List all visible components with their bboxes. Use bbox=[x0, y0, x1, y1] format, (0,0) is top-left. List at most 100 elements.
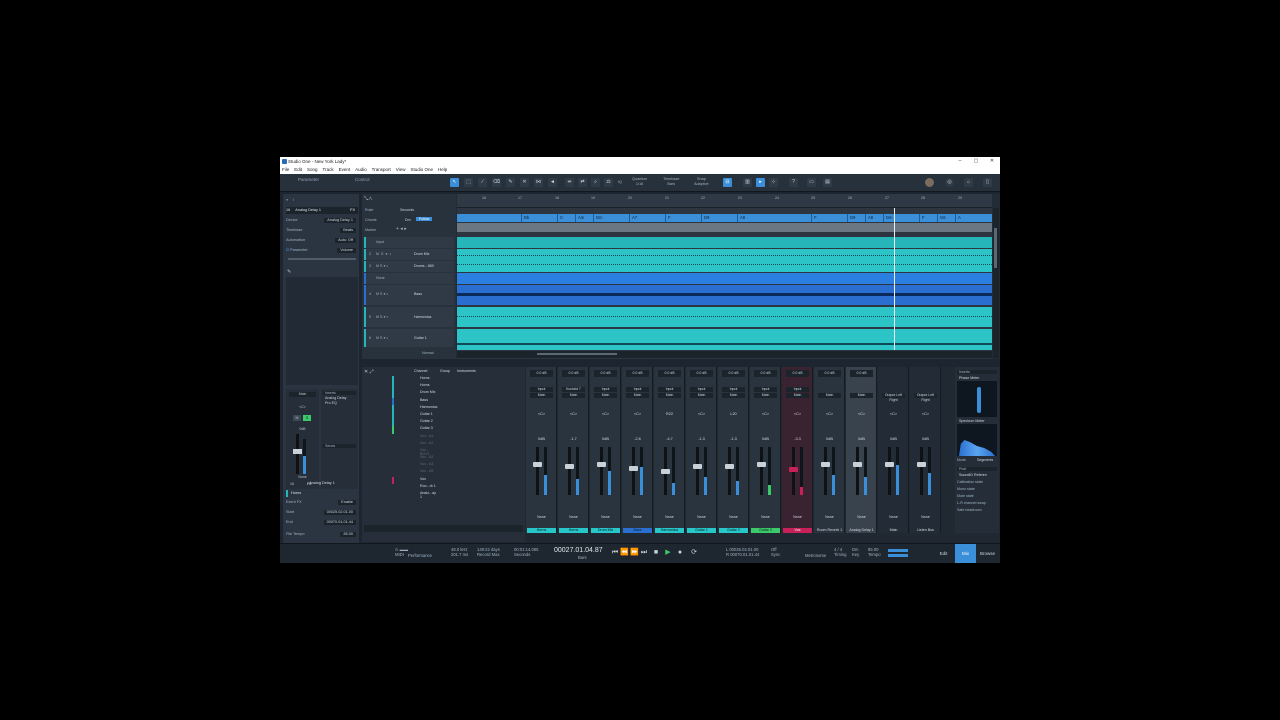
fx-label[interactable]: FX bbox=[350, 207, 355, 214]
channel-name[interactable]: Guitar 3 bbox=[751, 528, 780, 533]
list-item[interactable]: Vox - A4 bbox=[392, 462, 436, 469]
chord-event[interactable]: A7 bbox=[629, 214, 665, 222]
loop-end-icon[interactable]: ⏭ bbox=[640, 549, 648, 557]
tab-control[interactable]: Control bbox=[355, 177, 370, 187]
range-tool-icon[interactable]: ⬚ bbox=[464, 178, 473, 187]
tempo-display[interactable]: 85.00 Tempo bbox=[868, 547, 881, 557]
position-display[interactable]: 00027.01.04.87 bbox=[554, 547, 603, 555]
gain-knob[interactable]: 0.0 dB bbox=[530, 370, 553, 377]
msrm-buttons[interactable]: M S ● ◐ bbox=[376, 252, 392, 256]
audio-event[interactable] bbox=[457, 237, 992, 248]
channel-none[interactable]: None bbox=[289, 475, 316, 479]
channel-name[interactable]: Guitar 2 bbox=[719, 528, 748, 533]
eraser-tool-icon[interactable]: ⌫ bbox=[492, 178, 501, 187]
mix-view-icon[interactable]: ▭ bbox=[807, 178, 816, 187]
list-item[interactable]: Vox - A3 bbox=[392, 455, 436, 462]
window-mode-icon[interactable]: ▯ bbox=[983, 178, 992, 187]
menu-icon[interactable]: ≡ bbox=[286, 198, 288, 202]
menu-view[interactable]: View bbox=[396, 166, 406, 174]
chord-event[interactable]: C bbox=[557, 214, 575, 222]
chord-event[interactable]: A bbox=[955, 214, 992, 222]
end-value[interactable]: 00070.01.01.44 bbox=[323, 520, 356, 525]
track-header[interactable]: 4 M S ● ◐ Bass bbox=[364, 285, 454, 305]
marker-track[interactable] bbox=[457, 223, 992, 232]
close-icon[interactable]: ✕ bbox=[984, 157, 1000, 166]
pan-value[interactable]: <C> bbox=[815, 412, 844, 416]
track-header[interactable]: None bbox=[364, 273, 454, 284]
output-select[interactable]: Main bbox=[562, 393, 585, 398]
phase-meter-slot[interactable]: Phase Meter bbox=[957, 376, 997, 380]
sync-icon[interactable]: ◎ bbox=[945, 178, 954, 187]
send-none[interactable]: None bbox=[623, 515, 652, 519]
send-none[interactable]: None bbox=[879, 515, 908, 519]
list-item[interactable]: Roo...rb 1 bbox=[392, 484, 436, 491]
menu-track[interactable]: Track bbox=[323, 166, 334, 174]
solo-button[interactable]: S bbox=[303, 415, 311, 421]
follow-toggle-icon[interactable]: ▸ bbox=[756, 178, 765, 187]
volume-fader[interactable] bbox=[917, 462, 926, 467]
search-icon[interactable]: ⌕ bbox=[591, 178, 600, 187]
device-value[interactable]: Analog Delay 1 bbox=[324, 218, 356, 223]
channel-out[interactable]: Main bbox=[289, 392, 316, 397]
autoscroll-icon[interactable]: ⇄ bbox=[578, 178, 587, 187]
send-none[interactable]: None bbox=[527, 515, 556, 519]
input-select[interactable]: Kontakt 7 bbox=[562, 387, 585, 392]
chord-event[interactable]: G6 bbox=[937, 214, 955, 222]
menu-studio-one[interactable]: Studio One bbox=[410, 166, 433, 174]
menu-help[interactable]: Help bbox=[438, 166, 447, 174]
menu-song[interactable]: Song bbox=[307, 166, 318, 174]
output-select[interactable]: Main bbox=[786, 393, 809, 398]
safe-headroom[interactable]: Safe headroom bbox=[957, 508, 982, 512]
nav-mix[interactable]: Mix bbox=[955, 544, 976, 563]
audio-event[interactable] bbox=[457, 285, 992, 305]
input-select[interactable]: Input bbox=[530, 387, 553, 392]
volume-fader[interactable] bbox=[725, 464, 734, 469]
track-header[interactable]: 5 M S ● ◐ Harmonica bbox=[364, 307, 454, 327]
avatar[interactable] bbox=[925, 178, 934, 187]
scale-icon[interactable]: ⚖ bbox=[604, 178, 613, 187]
play-icon[interactable]: ▶ bbox=[664, 549, 672, 557]
input-select[interactable]: Input bbox=[594, 387, 617, 392]
horizontal-scrollbar[interactable] bbox=[457, 351, 992, 358]
list-item[interactable]: Horns bbox=[392, 376, 436, 384]
tab-group[interactable]: Group bbox=[440, 369, 450, 373]
start-value[interactable]: 00025.02.01.00 bbox=[323, 510, 356, 515]
list-item[interactable]: Analo...ay 1 bbox=[392, 491, 436, 499]
add-marker-icon[interactable]: + ◂ ▸ bbox=[396, 227, 407, 232]
chord-event[interactable]: F bbox=[665, 214, 701, 222]
gain-knob[interactable]: 0.0 dB bbox=[850, 370, 873, 377]
channel-name[interactable]: Horns bbox=[559, 528, 588, 533]
channel-name[interactable]: Listen Bus bbox=[911, 528, 940, 533]
gain-knob[interactable]: 0.0 dB bbox=[562, 370, 585, 377]
chord-event[interactable]: F bbox=[811, 214, 847, 222]
input-select[interactable]: Input bbox=[786, 387, 809, 392]
input-select[interactable]: Input bbox=[690, 387, 713, 392]
tool-icon[interactable]: ⤡ ∕∖ bbox=[364, 196, 372, 202]
tab-instruments[interactable]: Instruments bbox=[457, 369, 476, 373]
chords-follow-button[interactable]: Follow bbox=[416, 217, 433, 221]
volume-fader[interactable] bbox=[533, 462, 542, 467]
gain-knob[interactable]: 0.0 dB bbox=[722, 370, 745, 377]
snap-toggle-icon[interactable]: ⊟ bbox=[723, 178, 732, 187]
channel-pan[interactable]: <C> bbox=[289, 405, 316, 409]
pan-value[interactable]: <C> bbox=[847, 412, 876, 416]
chord-event[interactable]: F bbox=[919, 214, 937, 222]
listen-tool-icon[interactable]: ◄ bbox=[548, 178, 557, 187]
pan-value[interactable]: <C> bbox=[527, 412, 556, 416]
output-select[interactable]: Main bbox=[850, 393, 873, 398]
channel-name[interactable]: Bass bbox=[623, 528, 652, 533]
key-display[interactable]: Dm Key bbox=[852, 547, 859, 557]
pan-value[interactable]: <C> bbox=[751, 412, 780, 416]
mute-state[interactable]: Mute state bbox=[957, 494, 974, 498]
mode-value[interactable]: Segments bbox=[977, 458, 993, 462]
scroll-thumb[interactable] bbox=[994, 228, 997, 268]
chord-event[interactable]: A9 bbox=[737, 214, 811, 222]
menu-edit[interactable]: Edit bbox=[294, 166, 302, 174]
audio-event[interactable] bbox=[457, 273, 992, 284]
send-none[interactable]: None bbox=[719, 515, 748, 519]
input-select[interactable]: Input bbox=[722, 387, 745, 392]
track-footer-mode[interactable]: Normal bbox=[422, 351, 434, 355]
send-none[interactable]: None bbox=[751, 515, 780, 519]
output-select[interactable]: Main bbox=[658, 393, 681, 398]
msrm-buttons[interactable]: M S ● ◐ bbox=[376, 264, 389, 268]
